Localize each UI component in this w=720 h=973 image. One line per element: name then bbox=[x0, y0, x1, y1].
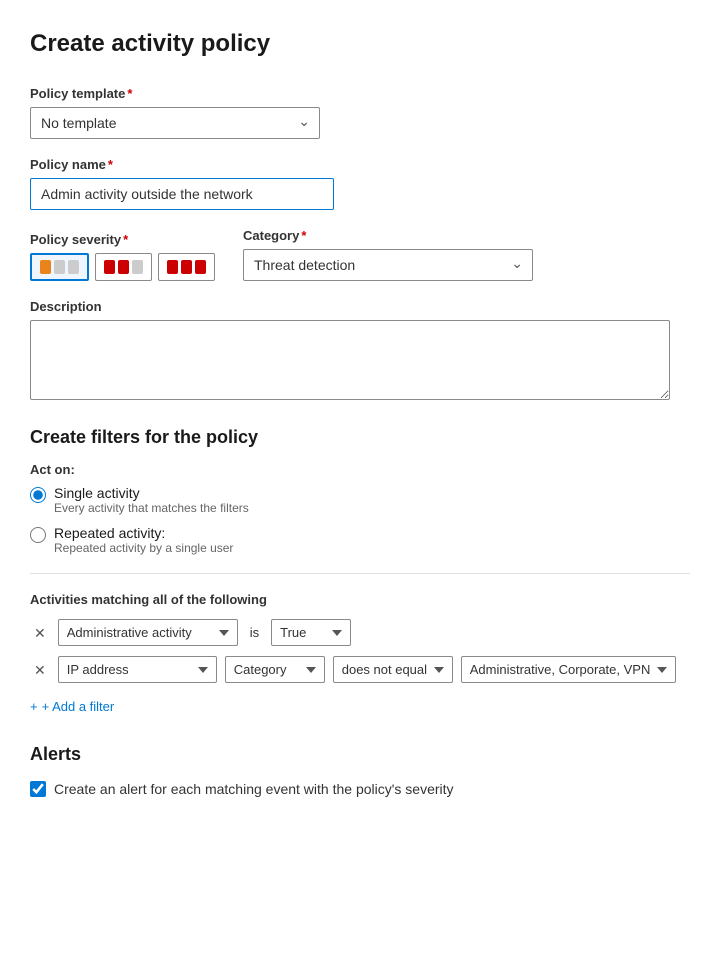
filter-row-1-is-label: is bbox=[246, 620, 263, 645]
sev-block-2 bbox=[118, 260, 129, 274]
filter-row-2-field-select[interactable]: IP address Administrative activity User bbox=[58, 656, 217, 683]
sev-block-2 bbox=[54, 260, 65, 274]
policy-name-label: Policy name* bbox=[30, 157, 690, 172]
filter-row-2-operator-select[interactable]: does not equal equals contains bbox=[333, 656, 453, 683]
policy-template-select[interactable]: No template Template 1 Template 2 bbox=[30, 107, 320, 139]
category-label: Category* bbox=[243, 228, 533, 243]
policy-template-label: Policy template* bbox=[30, 86, 690, 101]
close-icon: ✕ bbox=[34, 626, 46, 640]
filter-row-1: ✕ Administrative activity IP address Use… bbox=[30, 619, 690, 646]
sev-block-1 bbox=[40, 260, 51, 274]
single-activity-sublabel: Every activity that matches the filters bbox=[54, 501, 249, 515]
category-wrapper: Threat detection Access control Data los… bbox=[243, 249, 533, 281]
filter-row-1-close-btn[interactable]: ✕ bbox=[30, 624, 50, 642]
repeated-activity-option: Repeated activity: Repeated activity by … bbox=[30, 525, 690, 555]
sev-block-3 bbox=[195, 260, 206, 274]
filter-row-2-close-btn[interactable]: ✕ bbox=[30, 661, 50, 679]
alert-checkbox[interactable] bbox=[30, 781, 46, 797]
filters-section: Create filters for the policy Act on: Si… bbox=[30, 427, 690, 720]
filter-row-2-value-select[interactable]: Administrative, Corporate, VPN Administr… bbox=[461, 656, 676, 683]
repeated-activity-label: Repeated activity: bbox=[54, 525, 233, 541]
sev-block-2 bbox=[181, 260, 192, 274]
single-activity-option: Single activity Every activity that matc… bbox=[30, 485, 690, 515]
filter-row-1-field-select[interactable]: Administrative activity IP address User bbox=[58, 619, 238, 646]
add-filter-label: + Add a filter bbox=[42, 699, 115, 714]
filters-title: Create filters for the policy bbox=[30, 427, 690, 448]
alerts-title: Alerts bbox=[30, 744, 690, 765]
divider bbox=[30, 573, 690, 574]
single-activity-radio[interactable] bbox=[30, 487, 46, 503]
sev-block-1 bbox=[167, 260, 178, 274]
severity-medium-btn[interactable] bbox=[95, 253, 152, 281]
sev-block-3 bbox=[68, 260, 79, 274]
description-section: Description bbox=[30, 299, 690, 403]
severity-low-btn[interactable] bbox=[30, 253, 89, 281]
category-select[interactable]: Threat detection Access control Data los… bbox=[243, 249, 533, 281]
description-label: Description bbox=[30, 299, 690, 314]
policy-name-input[interactable] bbox=[30, 178, 334, 210]
severity-section: Policy severity* bbox=[30, 232, 215, 281]
act-on-label: Act on: bbox=[30, 462, 690, 477]
policy-template-wrapper: No template Template 1 Template 2 bbox=[30, 107, 320, 139]
category-section: Category* Threat detection Access contro… bbox=[243, 228, 533, 281]
severity-label: Policy severity* bbox=[30, 232, 215, 247]
sev-block-1 bbox=[104, 260, 115, 274]
filter-row-1-value-select[interactable]: True False bbox=[271, 619, 351, 646]
severity-options bbox=[30, 253, 215, 281]
repeated-activity-sublabel: Repeated activity by a single user bbox=[54, 541, 233, 555]
close-icon: ✕ bbox=[34, 663, 46, 677]
repeated-activity-radio[interactable] bbox=[30, 527, 46, 543]
add-filter-button[interactable]: + + Add a filter bbox=[30, 693, 114, 720]
policy-name-section: Policy name* bbox=[30, 157, 690, 210]
page-title: Create activity policy bbox=[30, 30, 690, 58]
sev-block-3 bbox=[132, 260, 143, 274]
alerts-section: Alerts Create an alert for each matching… bbox=[30, 744, 690, 797]
filter-row-2: ✕ IP address Administrative activity Use… bbox=[30, 656, 690, 683]
single-activity-label: Single activity bbox=[54, 485, 249, 501]
filter-row-2-subfield-select[interactable]: Category Tag bbox=[225, 656, 325, 683]
plus-icon: + bbox=[30, 699, 38, 714]
severity-high-btn[interactable] bbox=[158, 253, 215, 281]
alert-checkbox-label[interactable]: Create an alert for each matching event … bbox=[54, 781, 454, 797]
matching-title: Activities matching all of the following bbox=[30, 592, 690, 607]
alert-checkbox-row: Create an alert for each matching event … bbox=[30, 781, 690, 797]
severity-category-row: Policy severity* Category* bbox=[30, 228, 690, 281]
policy-template-section: Policy template* No template Template 1 … bbox=[30, 86, 690, 139]
description-textarea[interactable] bbox=[30, 320, 670, 400]
